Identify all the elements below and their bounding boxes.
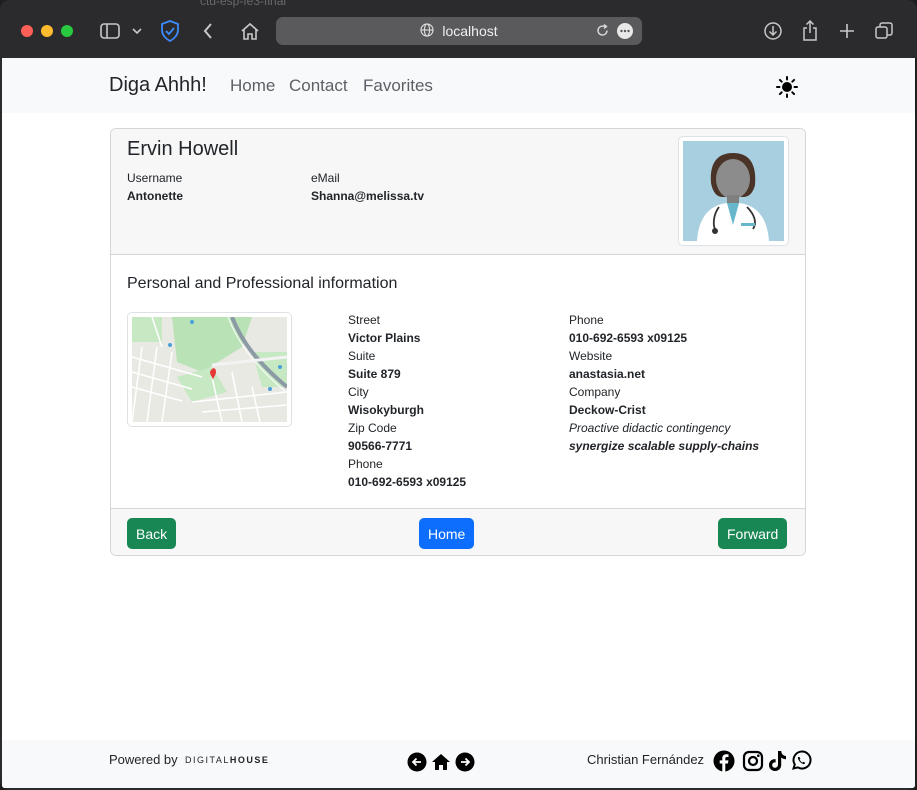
background-tab-title[interactable]: ctd-esp-fe3-final	[200, 0, 286, 8]
digitalhouse-logo: DIGITALHOUSE	[185, 755, 269, 765]
username-value: Antonette	[127, 189, 183, 203]
chevron-down-icon[interactable]	[127, 19, 147, 43]
arrow-right-circle-icon[interactable]	[455, 752, 475, 777]
street-value: Victor Plains	[348, 331, 421, 345]
username-label: Username	[127, 171, 183, 185]
house-icon[interactable]	[431, 752, 451, 777]
zip-label: Zip Code	[348, 421, 397, 435]
dentist-name: Ervin Howell	[127, 138, 239, 160]
logo-text-bold: HOUSE	[229, 755, 270, 765]
back-arrow-icon[interactable]	[196, 19, 220, 43]
company-catch-phrase: Proactive didactic contingency	[569, 421, 731, 435]
city-value: Wisokyburgh	[348, 403, 424, 417]
company-value: Deckow-Crist	[569, 403, 646, 417]
zoom-window-button[interactable]	[61, 25, 73, 37]
shield-icon[interactable]	[158, 19, 182, 43]
sidebar-toggle-icon[interactable]	[98, 19, 122, 43]
street-label: Street	[348, 313, 381, 327]
card-footer: Back Home Forward	[111, 508, 805, 555]
nav-link-favorites[interactable]: Favorites	[363, 76, 433, 96]
website-value: anastasia.net	[569, 367, 646, 381]
minimize-window-button[interactable]	[41, 25, 53, 37]
close-window-button[interactable]	[21, 25, 33, 37]
browser-titlebar: ctd-esp-fe3-final localhost	[0, 0, 917, 58]
powered-by-text: Powered by	[109, 752, 178, 767]
more-options-icon[interactable]	[617, 23, 633, 39]
dentist-detail-card: Ervin Howell Username Antonette eMail Sh…	[110, 128, 806, 556]
company-bs: synergize scalable supply-chains	[569, 439, 760, 453]
suite-value: Suite 879	[348, 367, 401, 381]
brand-link[interactable]: Diga Ahhh!	[109, 74, 207, 97]
forward-button[interactable]: Forward	[718, 518, 788, 549]
phone2-value: 010-692-6593 x09125	[569, 331, 688, 345]
nav-link-contact[interactable]: Contact	[289, 76, 348, 96]
sun-icon[interactable]	[776, 76, 798, 103]
facebook-icon[interactable]	[713, 750, 735, 777]
home-button[interactable]: Home	[419, 518, 475, 549]
nav-link-home[interactable]: Home	[230, 76, 275, 96]
globe-icon	[420, 22, 434, 40]
url-text: localhost	[442, 23, 498, 39]
avatar	[678, 136, 789, 246]
doctor-avatar-image	[683, 141, 784, 241]
zip-value: 90566-7771	[348, 439, 413, 453]
download-icon[interactable]	[761, 19, 785, 43]
section-title: Personal and Professional information	[127, 275, 398, 292]
page-footer: Powered by DIGITALHOUSE Christian Fernán…	[2, 740, 915, 788]
navbar: Diga Ahhh! Home Contact Favorites	[2, 58, 915, 113]
phone2-label: Phone	[569, 313, 604, 327]
browser-window: ctd-esp-fe3-final localhost Diga Ahhh! H…	[0, 0, 917, 790]
new-tab-icon[interactable]	[835, 19, 859, 43]
city-label: City	[348, 385, 369, 399]
logo-text-light: DIGITAL	[185, 755, 230, 765]
back-button[interactable]: Back	[127, 518, 177, 549]
company-label: Company	[569, 385, 621, 399]
web-page: Diga Ahhh! Home Contact Favorites Ervin …	[2, 58, 915, 788]
home-icon[interactable]	[238, 19, 262, 43]
email-value: Shanna@melissa.tv	[311, 189, 425, 203]
tab-overview-icon[interactable]	[872, 19, 896, 43]
suite-label: Suite	[348, 349, 376, 363]
tiktok-icon[interactable]	[767, 750, 787, 777]
author-name: Christian Fernández	[587, 752, 705, 767]
share-icon[interactable]	[798, 19, 822, 43]
reload-icon[interactable]	[595, 23, 610, 41]
instagram-icon[interactable]	[742, 750, 764, 777]
address-bar[interactable]: localhost	[276, 17, 642, 45]
map-image	[131, 316, 289, 423]
website-label: Website	[569, 349, 613, 363]
card-header: Ervin Howell Username Antonette eMail Sh…	[111, 129, 805, 255]
phone-label: Phone	[348, 457, 383, 471]
email-label: eMail	[311, 171, 340, 185]
whatsapp-icon[interactable]	[790, 750, 812, 777]
map-thumbnail[interactable]	[127, 312, 292, 427]
phone-value: 010-692-6593 x09125	[348, 475, 467, 489]
arrow-left-circle-icon[interactable]	[407, 752, 427, 777]
